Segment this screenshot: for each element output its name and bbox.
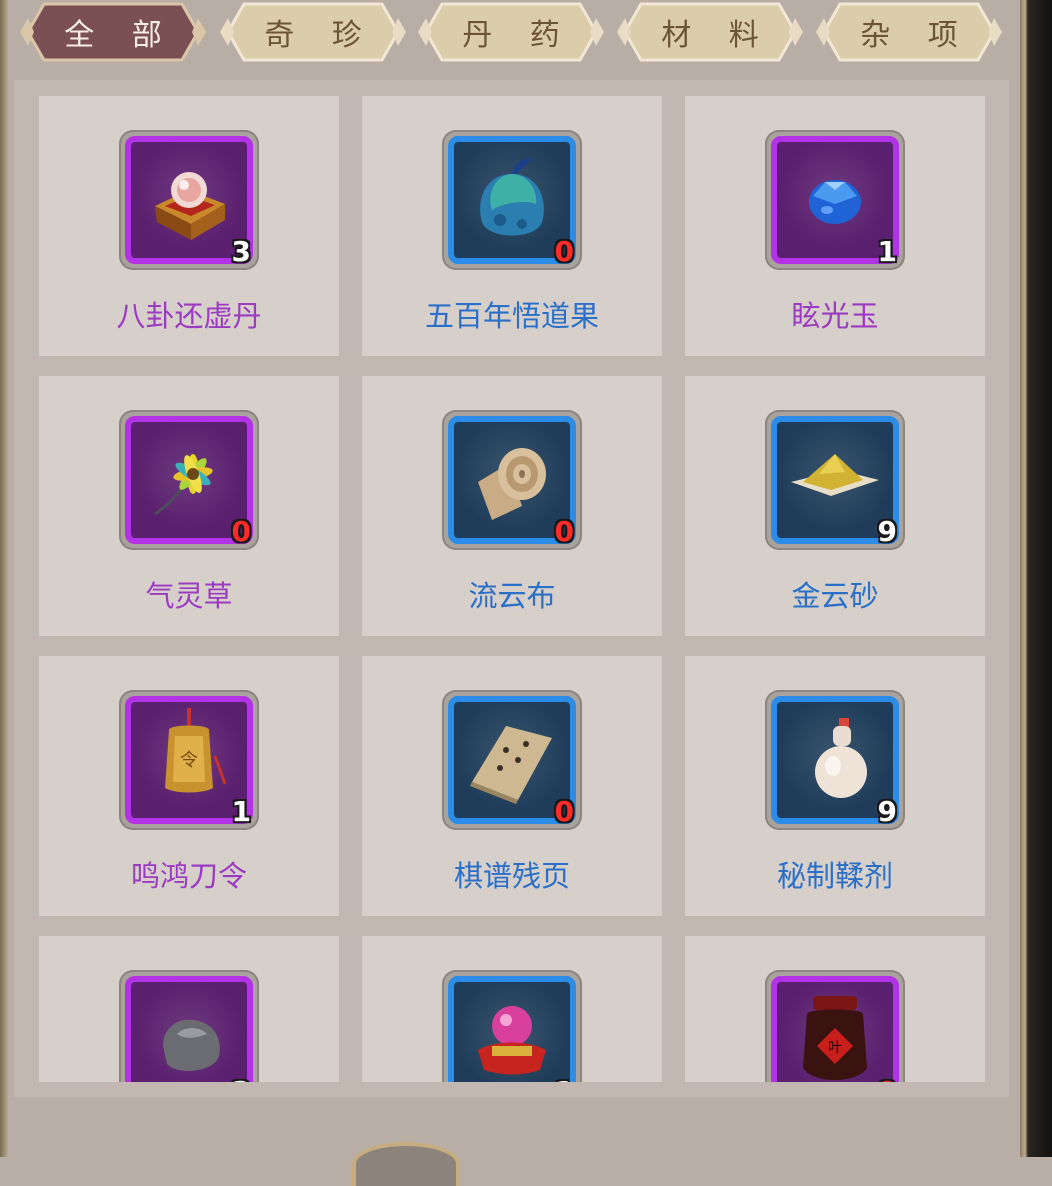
bagua-box-icon <box>155 172 225 240</box>
tab-label: 材 料 <box>661 18 773 53</box>
tab-pills[interactable]: 丹 药 <box>416 0 606 64</box>
tab-label: 丹 药 <box>462 18 574 53</box>
item-card[interactable]: 0 气灵草 <box>39 376 339 636</box>
item-count: 0 <box>554 235 574 268</box>
item-card[interactable]: 0 棋谱残页 <box>362 656 662 916</box>
item-slot: 9 <box>765 410 905 550</box>
item-count: 1 <box>877 235 897 268</box>
item-count: 9 <box>877 515 897 548</box>
blue-gem-icon <box>809 180 861 224</box>
item-name: 棋谱残页 <box>453 859 570 893</box>
gourd-bottle-icon <box>815 718 867 798</box>
item-count: 9 <box>877 795 897 828</box>
item-slot: 0 <box>442 690 582 830</box>
item-count: 0 <box>878 1075 897 1082</box>
item-slot: 令 1 <box>119 690 259 830</box>
item-count: 1 <box>555 1075 574 1082</box>
item-name: 五百年悟道果 <box>424 299 599 333</box>
item-card[interactable]: 3 八卦还虚丹 <box>39 96 339 356</box>
item-count: 0 <box>554 795 574 828</box>
token-plaque-icon: 令 <box>165 708 227 793</box>
tab-all[interactable]: 全 部 <box>18 0 208 64</box>
item-name: 眩光玉 <box>791 299 879 333</box>
item-count: 0 <box>231 515 251 548</box>
item-card[interactable]: 9 金云砂 <box>685 376 985 636</box>
item-card[interactable]: 0 流云布 <box>362 376 662 636</box>
inventory-grid[interactable]: 3 八卦还虚丹 0 五百年悟道果 1 眩光玉 0 气灵草 0 流云布 9 金云砂… <box>14 80 1009 1082</box>
spirit-herb-icon <box>154 454 213 516</box>
item-name: 金云砂 <box>791 579 879 613</box>
tab-misc[interactable]: 杂 项 <box>814 0 1004 64</box>
bottom-round-button[interactable] <box>352 1142 460 1186</box>
item-count: 0 <box>554 515 574 548</box>
tab-treasures[interactable]: 奇 珍 <box>218 0 408 64</box>
category-tab-bar: 全 部 奇 珍 丹 药 材 料 杂 项 <box>18 0 1008 66</box>
item-card[interactable]: 1 <box>362 936 662 1082</box>
item-slot: 0 <box>442 410 582 550</box>
cloth-roll-icon <box>478 448 546 520</box>
tab-label: 奇 珍 <box>264 18 376 53</box>
item-name: 气灵草 <box>145 579 233 613</box>
pink-orb-icon <box>478 1006 546 1075</box>
item-slot: 0 <box>119 410 259 550</box>
item-slot: 2 <box>119 970 259 1082</box>
item-card[interactable]: 叶 0 <box>685 936 985 1082</box>
item-card[interactable]: 2 <box>39 936 339 1082</box>
item-count: 3 <box>231 235 251 268</box>
item-card[interactable]: 令 1 鸣鸿刀令 <box>39 656 339 916</box>
wudao-fruit-icon <box>480 158 544 236</box>
tab-label: 杂 项 <box>860 18 972 53</box>
svg-text:叶: 叶 <box>828 1040 842 1056</box>
item-slot: 3 <box>119 130 259 270</box>
right-frame-border <box>1020 0 1052 1157</box>
item-slot: 叶 0 <box>765 970 905 1082</box>
item-count: 1 <box>231 795 251 828</box>
tab-label: 全 部 <box>64 18 176 53</box>
item-name: 流云布 <box>468 579 556 613</box>
item-name: 鸣鸿刀令 <box>130 859 247 893</box>
item-slot: 0 <box>442 130 582 270</box>
inventory-panel: 3 八卦还虚丹 0 五百年悟道果 1 眩光玉 0 气灵草 0 流云布 9 金云砂… <box>14 80 1009 1097</box>
gold-sand-icon <box>791 454 879 496</box>
item-count: 2 <box>232 1075 251 1082</box>
ore-stone-icon <box>163 1019 220 1071</box>
item-card[interactable]: 0 五百年悟道果 <box>362 96 662 356</box>
svg-text:令: 令 <box>180 750 198 771</box>
item-slot: 1 <box>765 130 905 270</box>
scroll-page-icon <box>470 726 552 804</box>
item-name: 秘制鞣剂 <box>776 859 893 893</box>
wine-jar-icon: 叶 <box>803 996 867 1080</box>
tab-materials[interactable]: 材 料 <box>615 0 805 64</box>
item-name: 八卦还虚丹 <box>116 299 262 333</box>
item-card[interactable]: 1 眩光玉 <box>685 96 985 356</box>
item-slot: 1 <box>442 970 582 1082</box>
item-slot: 9 <box>765 690 905 830</box>
left-frame-border <box>0 0 8 1157</box>
item-card[interactable]: 9 秘制鞣剂 <box>685 656 985 916</box>
